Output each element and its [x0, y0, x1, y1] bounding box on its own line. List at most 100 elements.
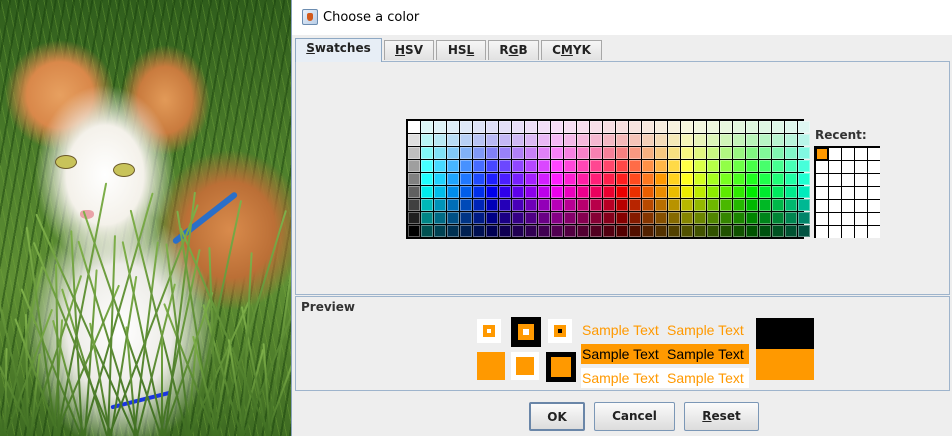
swatch-cell[interactable]: [642, 173, 654, 185]
recent-swatch-cell[interactable]: [829, 213, 841, 225]
swatch-cell[interactable]: [616, 199, 628, 211]
swatch-cell[interactable]: [720, 121, 732, 133]
swatch-cell[interactable]: [629, 160, 641, 172]
swatch-cell[interactable]: [512, 147, 524, 159]
swatch-cell[interactable]: [746, 225, 758, 237]
swatch-cell[interactable]: [616, 121, 628, 133]
swatch-cell[interactable]: [759, 160, 771, 172]
swatch-cell[interactable]: [590, 225, 602, 237]
swatch-cell[interactable]: [525, 173, 537, 185]
swatch-cell[interactable]: [590, 186, 602, 198]
swatch-cell[interactable]: [759, 147, 771, 159]
swatch-cell[interactable]: [694, 186, 706, 198]
swatch-cell[interactable]: [681, 173, 693, 185]
swatch-cell[interactable]: [720, 147, 732, 159]
swatch-cell[interactable]: [785, 212, 797, 224]
swatch-cell-selected[interactable]: [654, 172, 668, 186]
recent-swatch-cell[interactable]: [842, 174, 854, 186]
recent-swatch-cell[interactable]: [816, 200, 828, 212]
swatch-cell[interactable]: [564, 199, 576, 211]
swatch-cell[interactable]: [538, 121, 550, 133]
swatch-cell[interactable]: [707, 186, 719, 198]
swatch-cell[interactable]: [473, 160, 485, 172]
swatch-cell[interactable]: [655, 121, 667, 133]
swatch-cell[interactable]: [629, 121, 641, 133]
recent-swatch-grid[interactable]: [814, 146, 880, 238]
swatch-cell[interactable]: [447, 134, 459, 146]
swatch-cell[interactable]: [525, 212, 537, 224]
swatch-cell[interactable]: [473, 173, 485, 185]
swatch-cell[interactable]: [642, 160, 654, 172]
swatch-cell[interactable]: [603, 199, 615, 211]
swatch-cell[interactable]: [460, 225, 472, 237]
recent-swatch-cell[interactable]: [829, 200, 841, 212]
swatch-cell[interactable]: [499, 134, 511, 146]
swatch-cell[interactable]: [525, 121, 537, 133]
swatch-cell[interactable]: [499, 121, 511, 133]
swatch-cell[interactable]: [759, 134, 771, 146]
swatch-cell[interactable]: [460, 173, 472, 185]
swatch-cell[interactable]: [590, 147, 602, 159]
swatch-cell[interactable]: [473, 121, 485, 133]
swatch-cell[interactable]: [525, 134, 537, 146]
swatch-cell[interactable]: [733, 160, 745, 172]
swatch-cell[interactable]: [785, 147, 797, 159]
swatch-cell[interactable]: [486, 121, 498, 133]
recent-swatch-cell[interactable]: [816, 226, 828, 238]
swatch-cell[interactable]: [473, 225, 485, 237]
swatch-cell[interactable]: [655, 160, 667, 172]
recent-swatch-cell[interactable]: [868, 213, 880, 225]
swatch-cell[interactable]: [460, 199, 472, 211]
recent-swatch-cell[interactable]: [855, 226, 867, 238]
swatch-grid[interactable]: [406, 119, 810, 239]
swatch-cell[interactable]: [603, 212, 615, 224]
recent-swatch-cell[interactable]: [855, 174, 867, 186]
swatch-cell[interactable]: [798, 121, 810, 133]
swatch-cell[interactable]: [772, 199, 784, 211]
tab-swatches[interactable]: Swatches: [295, 38, 382, 62]
swatch-cell[interactable]: [746, 160, 758, 172]
swatch-cell[interactable]: [434, 199, 446, 211]
swatch-cell[interactable]: [434, 121, 446, 133]
swatch-cell[interactable]: [759, 212, 771, 224]
swatch-cell[interactable]: [616, 225, 628, 237]
swatch-cell[interactable]: [798, 134, 810, 146]
swatch-cell[interactable]: [629, 134, 641, 146]
recent-swatch-cell[interactable]: [868, 161, 880, 173]
swatch-cell[interactable]: [577, 173, 589, 185]
swatch-cell[interactable]: [473, 147, 485, 159]
swatch-cell[interactable]: [460, 186, 472, 198]
swatch-cell[interactable]: [668, 186, 680, 198]
swatch-cell[interactable]: [746, 186, 758, 198]
swatch-cell[interactable]: [564, 225, 576, 237]
swatch-cell[interactable]: [798, 160, 810, 172]
swatch-cell[interactable]: [473, 212, 485, 224]
swatch-cell[interactable]: [772, 173, 784, 185]
swatch-cell[interactable]: [694, 212, 706, 224]
swatch-cell[interactable]: [408, 121, 420, 133]
swatch-cell[interactable]: [551, 225, 563, 237]
swatch-cell[interactable]: [616, 160, 628, 172]
recent-swatch-cell[interactable]: [829, 174, 841, 186]
swatch-cell[interactable]: [785, 186, 797, 198]
swatch-cell[interactable]: [720, 173, 732, 185]
swatch-cell[interactable]: [590, 160, 602, 172]
recent-swatch-cell[interactable]: [816, 187, 828, 199]
swatch-cell[interactable]: [525, 186, 537, 198]
swatch-cell[interactable]: [551, 134, 563, 146]
swatch-cell[interactable]: [499, 212, 511, 224]
recent-swatch-cell[interactable]: [842, 187, 854, 199]
swatch-cell[interactable]: [434, 225, 446, 237]
swatch-cell[interactable]: [733, 173, 745, 185]
swatch-cell[interactable]: [499, 173, 511, 185]
swatch-cell[interactable]: [681, 186, 693, 198]
swatch-cell[interactable]: [772, 225, 784, 237]
swatch-cell[interactable]: [616, 147, 628, 159]
swatch-cell[interactable]: [486, 160, 498, 172]
swatch-cell[interactable]: [421, 147, 433, 159]
swatch-cell[interactable]: [746, 147, 758, 159]
swatch-cell[interactable]: [421, 212, 433, 224]
swatch-cell[interactable]: [590, 212, 602, 224]
swatch-cell[interactable]: [785, 225, 797, 237]
swatch-cell[interactable]: [564, 160, 576, 172]
